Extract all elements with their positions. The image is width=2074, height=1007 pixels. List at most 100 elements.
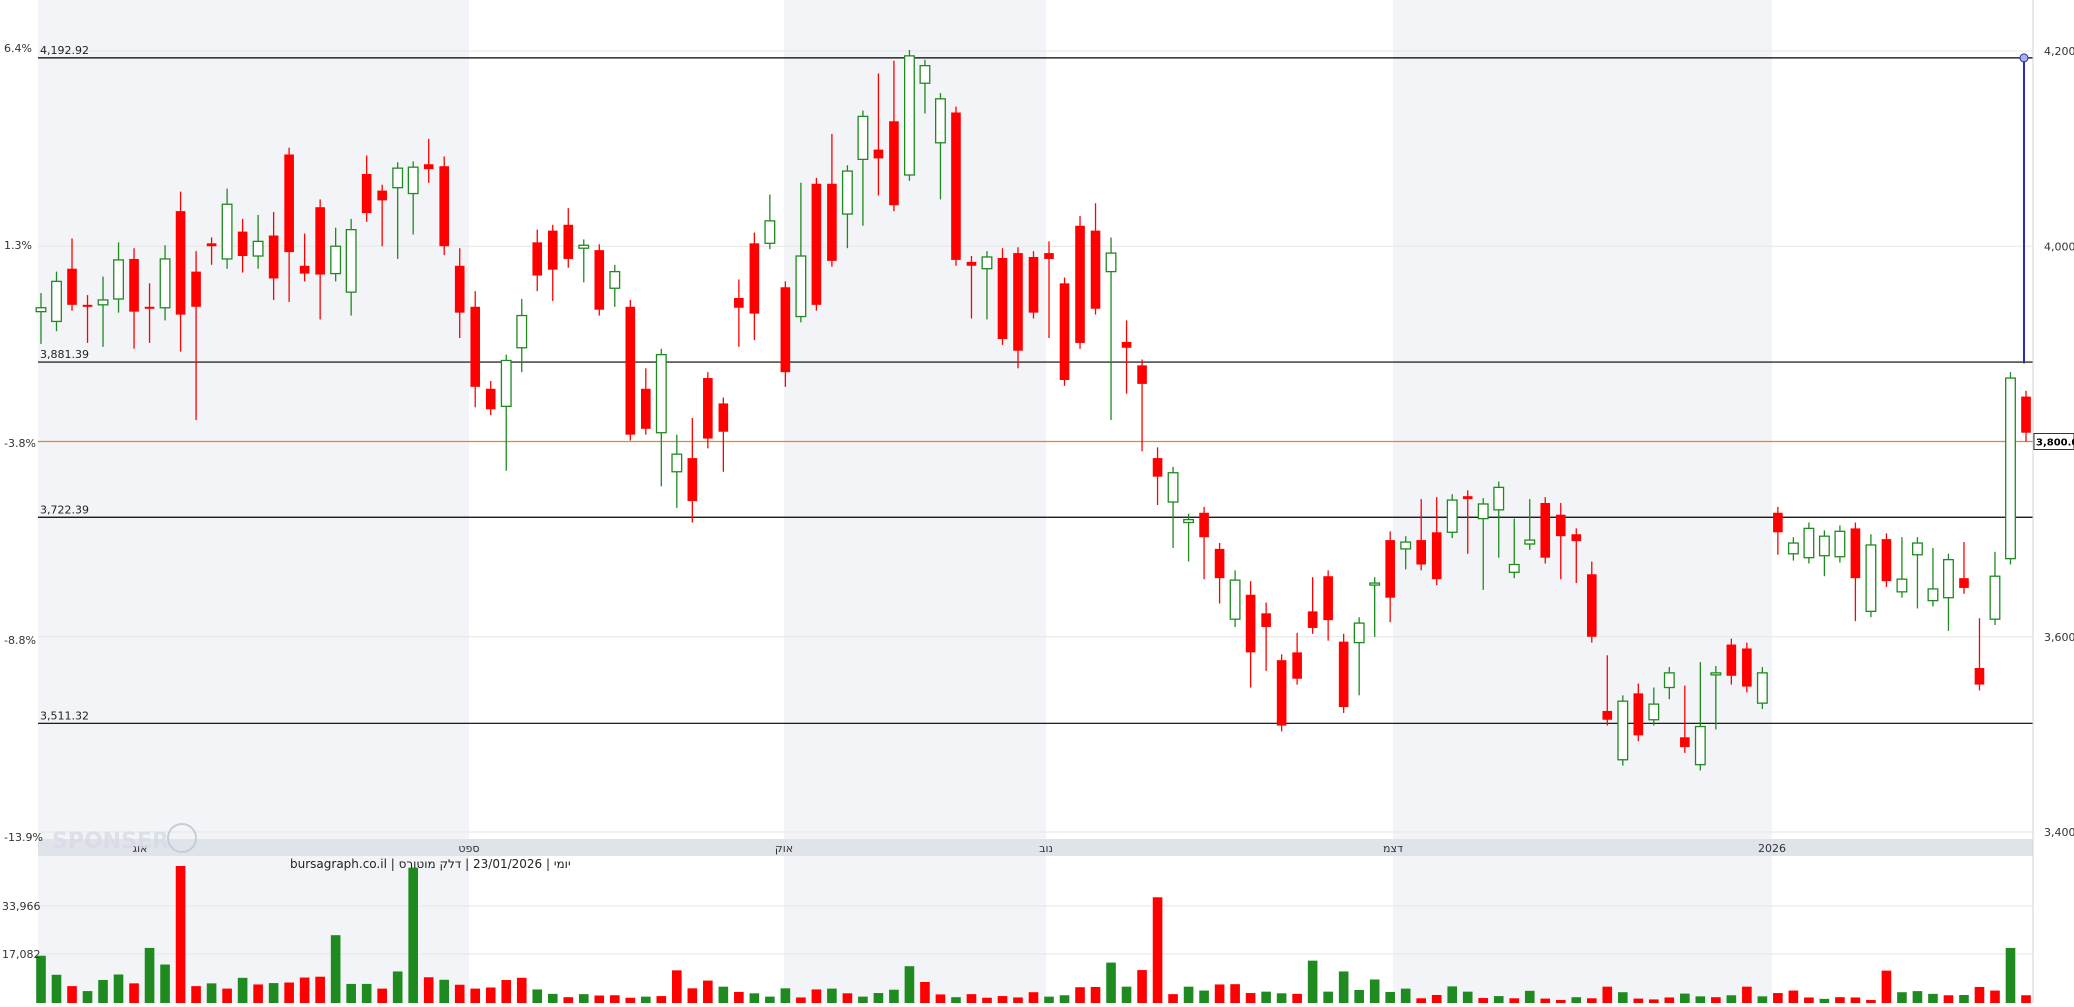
candle-body-down	[951, 112, 961, 260]
volume-bar	[1990, 990, 2000, 1003]
candle-body-down	[563, 224, 574, 259]
volume-bar	[1338, 971, 1349, 1003]
volume-bar	[1168, 994, 1178, 1003]
volume-bar	[1835, 997, 1845, 1003]
reference-line-label: 3,511.32	[40, 709, 89, 722]
volume-bar	[1013, 997, 1023, 1003]
volume-bar	[1106, 962, 1116, 1003]
volume-bar	[873, 993, 884, 1003]
measure-handle	[2019, 53, 2029, 63]
volume-bar	[144, 947, 155, 1003]
candle-body-down	[1959, 578, 1969, 588]
candle-body-up	[1446, 499, 1458, 533]
candle-body-down	[1773, 512, 1783, 533]
volume-bar	[82, 991, 93, 1003]
volume-bar	[827, 988, 837, 1003]
volume-bar	[997, 996, 1008, 1003]
volume-bar	[1462, 991, 1473, 1003]
candle-body-up	[981, 256, 993, 270]
candle-body-up	[609, 270, 621, 289]
volume-bar	[532, 989, 543, 1003]
candle-body-down	[129, 258, 139, 312]
volume-bar	[2021, 995, 2031, 1003]
candle-body-down	[749, 243, 760, 314]
volume-bar	[1292, 993, 1302, 1003]
volume-bar	[656, 996, 667, 1003]
candle-body-down	[1680, 737, 1690, 748]
candle-body-down	[718, 403, 729, 432]
reference-line-label: 3,881.39	[40, 348, 89, 361]
candle-body-up	[1229, 579, 1241, 620]
candle-body-up	[919, 64, 931, 84]
percent-tick-label: -8.8%	[4, 634, 36, 647]
candle-body-up	[516, 314, 528, 349]
volume-bar	[2005, 947, 2016, 1003]
volume-bar	[330, 935, 341, 1003]
candle-body-up	[1710, 672, 1722, 676]
candle-body-down	[175, 211, 186, 315]
volume-bar	[1478, 998, 1489, 1003]
candle-body-up	[252, 240, 264, 257]
candle-body-up	[500, 359, 512, 408]
candle-body-down	[1850, 528, 1861, 579]
volume-bar	[1214, 984, 1225, 1003]
candle-body-up	[1989, 575, 2001, 620]
volume-bar	[1183, 986, 1194, 1003]
candle-body-down	[1292, 652, 1302, 679]
candle-body-up	[392, 167, 404, 189]
candle-body-down	[1881, 539, 1892, 582]
candle-body-down	[423, 164, 434, 170]
volume-bar	[1540, 998, 1551, 1003]
volume-bar	[578, 994, 589, 1003]
volume-bar	[1323, 991, 1333, 1003]
volume-bar	[1943, 995, 1954, 1003]
candle-body-down	[1028, 256, 1039, 313]
candle-body-up	[1911, 542, 1923, 556]
volume-bar	[547, 993, 558, 1003]
volume-bar	[1261, 991, 1271, 1003]
candle-body-down	[315, 207, 325, 275]
volume-bar	[1897, 992, 1907, 1003]
candle-body-up	[1183, 518, 1195, 524]
candle-body-up	[655, 353, 667, 434]
volume-bar	[284, 982, 294, 1003]
candle-body-down	[1431, 532, 1442, 580]
volume-bar	[470, 988, 481, 1003]
percent-tick-label: 1.3%	[4, 239, 32, 252]
volume-bar	[253, 984, 263, 1003]
candle-body-up	[1493, 486, 1505, 511]
candle-body-down	[1261, 613, 1271, 627]
candle-body-down	[1742, 648, 1752, 687]
candle-body-down	[687, 458, 698, 502]
candle-body-down	[625, 306, 636, 435]
candle-body-up	[1617, 700, 1629, 761]
candle-body-up	[1694, 725, 1706, 766]
candle-body-up	[857, 115, 869, 161]
candle-body-down	[1726, 644, 1737, 676]
volume-bar	[1121, 986, 1132, 1003]
volume-bar	[718, 986, 729, 1003]
volume-bar	[982, 997, 992, 1003]
candle-body-down	[470, 306, 481, 387]
candle-body-up	[1834, 530, 1846, 558]
candle-body-down	[1540, 503, 1551, 558]
volume-bar	[1400, 988, 1411, 1003]
candle-body-up	[1787, 542, 1799, 555]
candle-body-down	[1602, 710, 1613, 720]
volume-bar	[299, 977, 310, 1003]
volume-bar	[935, 994, 946, 1003]
candle-body-down	[1586, 574, 1597, 637]
volume-bar	[1276, 993, 1287, 1003]
candle-body-down	[1013, 253, 1023, 351]
candle-body-up	[795, 255, 807, 318]
candle-body-up	[113, 259, 124, 300]
candle-body-up	[1648, 703, 1660, 721]
candle-body-down	[284, 154, 294, 253]
volume-bar	[36, 955, 46, 1003]
candle-body-down	[237, 231, 248, 257]
candle-body-down	[1245, 594, 1256, 653]
volume-bar	[1137, 970, 1147, 1003]
volume-bar	[842, 993, 853, 1003]
volume-bar	[392, 971, 403, 1003]
volume-bar	[1354, 989, 1364, 1003]
